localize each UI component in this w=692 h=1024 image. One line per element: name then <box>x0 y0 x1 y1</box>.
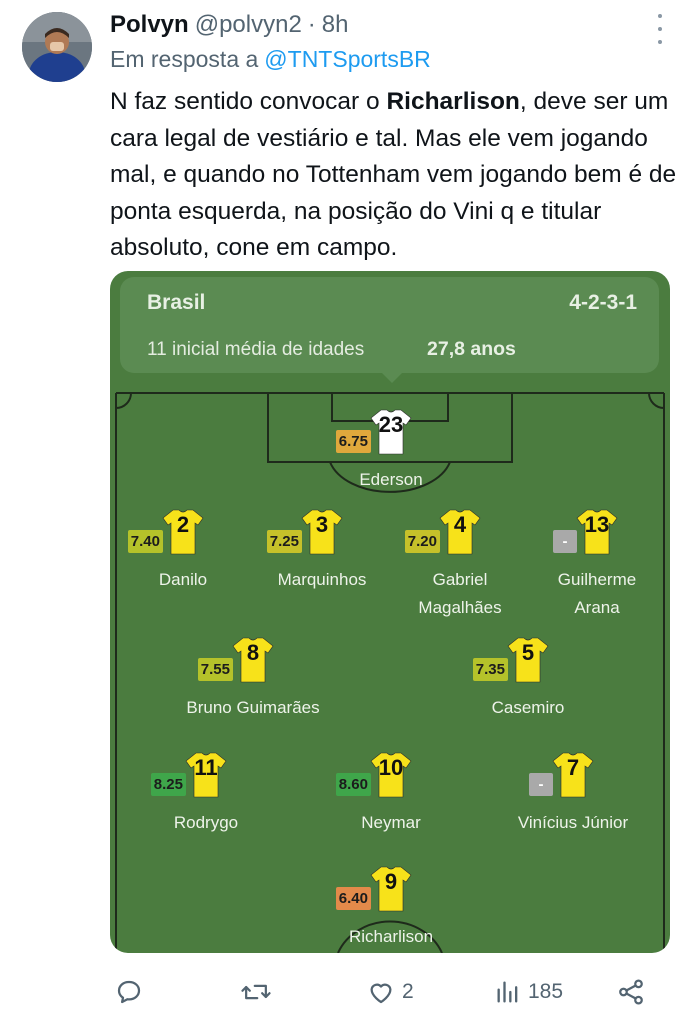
reply-button[interactable] <box>114 970 144 1014</box>
avatar-image <box>22 12 92 82</box>
player-name: Neymar <box>361 813 421 832</box>
tweet-text: N faz sentido convocar o Richarlison, de… <box>110 84 680 267</box>
tweet-actions: 2 185 <box>110 970 670 1014</box>
player-number: 3 <box>315 512 329 537</box>
reply-target-link[interactable]: @TNTSportsBR <box>264 46 430 72</box>
tweet-header: Polvyn @polvyn2 · 8h <box>110 8 349 42</box>
player-rating-badge: 7.20 <box>404 530 440 553</box>
share-button[interactable] <box>616 970 646 1014</box>
retweet-button[interactable] <box>240 970 272 1014</box>
lineup-info-box: Brasil 4-2-3-1 11 inicial média de idade… <box>120 277 659 373</box>
player-name: Bruno Guimarães <box>186 698 320 717</box>
player-number: 7 <box>566 755 580 780</box>
player-number: 13 <box>584 512 610 537</box>
reply-context: Em resposta a @TNTSportsBR <box>110 46 431 73</box>
tweet-text-before: N faz sentido convocar o <box>110 88 387 115</box>
player-number: 10 <box>378 755 404 780</box>
like-count: 2 <box>402 980 414 1003</box>
info-box-pointer <box>382 373 402 383</box>
heart-icon <box>370 983 392 1004</box>
player-number: 8 <box>246 640 260 665</box>
tweet-text-bold: Richarlison <box>386 88 520 115</box>
player-name: Richarlison <box>348 927 434 946</box>
like-button[interactable]: 2 <box>366 970 414 1014</box>
retweet-icon <box>241 984 271 1000</box>
player-rating-badge: 6.40 <box>335 887 371 910</box>
reply-prefix: Em resposta a <box>110 46 259 72</box>
player-number: 4 <box>453 512 467 537</box>
avatar[interactable] <box>22 12 92 82</box>
average-age-label: 11 inicial média de idades <box>147 339 365 360</box>
formation: 4-2-3-1 <box>569 291 637 314</box>
reply-icon <box>117 980 141 1004</box>
author-name[interactable]: Polvyn <box>110 11 189 39</box>
player-number: 5 <box>521 640 535 665</box>
player-rating-badge: - <box>553 530 577 553</box>
separator-dot: · <box>307 11 316 38</box>
lineup-card[interactable]: Brasil 4-2-3-1 11 inicial média de idade… <box>110 271 670 953</box>
average-age-value: 27,8 anos <box>427 338 516 360</box>
player-number: 23 <box>378 412 404 437</box>
player-rating-badge: 8.25 <box>150 773 186 796</box>
player-number: 2 <box>176 512 190 537</box>
views-count: 185 <box>528 980 564 1003</box>
player-rating-badge: 6.75 <box>335 430 371 453</box>
views-button[interactable]: 185 <box>494 970 563 1014</box>
tweet-time[interactable]: 8h <box>322 11 349 39</box>
team-name: Brasil <box>147 291 206 314</box>
player-name: Ederson <box>359 470 423 489</box>
views-icon <box>497 981 518 1003</box>
player-name: Rodrygo <box>173 813 239 832</box>
player-number: 9 <box>384 869 398 894</box>
share-icon <box>619 979 643 1005</box>
player-rating-badge: 7.35 <box>472 658 508 681</box>
player-rating-badge: 7.25 <box>266 530 302 553</box>
player-rating-badge: 8.60 <box>335 773 371 796</box>
more-options-icon[interactable] <box>650 14 670 44</box>
player-name: Casemiro <box>491 698 565 717</box>
player-name: Guilherme Arana <box>557 570 637 617</box>
player-rating-badge: 7.40 <box>127 530 163 553</box>
player-rating-badge: 7.55 <box>197 658 233 681</box>
author-handle[interactable]: @polvyn2 <box>195 11 302 39</box>
player-rating-badge: - <box>529 773 553 796</box>
player-name: Vinícius Júnior <box>517 813 629 832</box>
player-number: 11 <box>194 755 218 780</box>
